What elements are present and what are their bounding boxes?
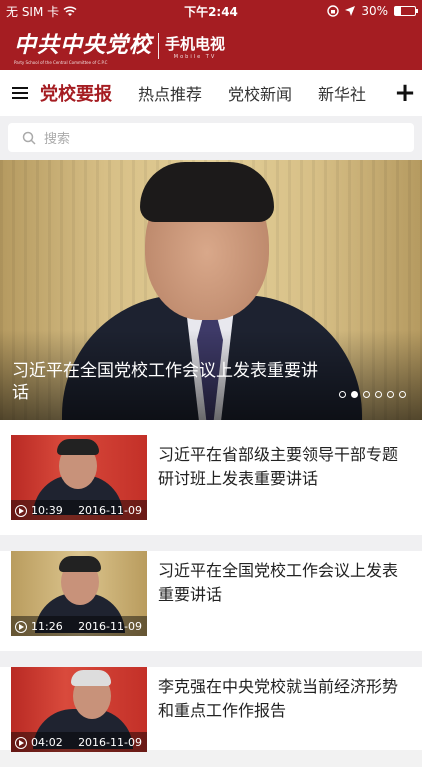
party-school-logo: 中共中央党校 Party School of the Central Commi… [14,32,153,65]
video-duration: 11:26 [31,619,63,633]
battery-icon [394,6,418,16]
list-divider [0,651,422,667]
hero-banner[interactable]: 习近平在全国党校工作会议上发表重要讲话 [0,160,422,420]
hero-title: 习近平在全国党校工作会议上发表重要讲话 [12,361,318,403]
carousel-dot [363,391,370,398]
video-title: 习近平在全国党校工作会议上发表重要讲话 [158,561,399,604]
add-channel-button[interactable]: + [388,70,422,116]
carousel-dot-active [351,391,358,398]
video-list: 10:39 2016-11-09 习近平在省部级主要领导干部专题研讨班上发表重要… [0,420,422,752]
tab-dangxiao-yaobao[interactable]: 党校要报 [40,80,112,106]
logo-divider [158,33,160,59]
play-icon [15,620,27,633]
search-area: 搜索 [0,116,422,160]
video-title: 李克强在中央党校就当前经济形势和重点工作作报告 [158,677,399,720]
video-date: 2016-11-09 [78,735,142,749]
carousel-dot [399,391,406,398]
tab-dangxiao-xinwen[interactable]: 党校新闻 [228,81,292,105]
app-header: 中共中央党校 Party School of the Central Commi… [0,22,422,70]
tab-redian-tuijian[interactable]: 热点推荐 [138,81,202,105]
list-divider [0,535,422,551]
play-icon [15,504,27,517]
video-item[interactable]: 11:26 2016-11-09 习近平在全国党校工作会议上发表重要讲话 [0,551,422,651]
carousel-dot [339,391,346,398]
carousel-indicator [339,391,406,398]
carousel-dot [375,391,382,398]
mobile-tv-logo: 手机电视 Mobile TV [165,34,226,60]
menu-icon[interactable] [0,70,40,116]
video-thumbnail: 11:26 2016-11-09 [11,551,147,636]
search-input[interactable]: 搜索 [8,123,414,152]
video-duration: 10:39 [31,503,63,517]
video-date: 2016-11-09 [78,503,142,517]
video-title: 习近平在省部级主要领导干部专题研讨班上发表重要讲话 [158,445,399,488]
status-bar: 无 SIM 卡 下午2:44 30% [0,0,422,22]
video-item[interactable]: 10:39 2016-11-09 习近平在省部级主要领导干部专题研讨班上发表重要… [0,435,422,535]
carousel-dot [387,391,394,398]
video-thumbnail: 10:39 2016-11-09 [11,435,147,520]
video-date: 2016-11-09 [78,619,142,633]
status-time: 下午2:44 [184,4,238,19]
play-icon [15,736,27,749]
video-item[interactable]: 04:02 2016-11-09 李克强在中央党校就当前经济形势和重点工作作报告 [0,667,422,767]
video-duration: 04:02 [31,735,63,749]
search-placeholder: 搜索 [44,132,71,147]
tab-xinhuashe[interactable]: 新华社 [318,81,366,105]
search-icon [22,131,36,145]
tab-bar: 党校要报 热点推荐 党校新闻 新华社 + [0,70,422,116]
video-thumbnail: 04:02 2016-11-09 [11,667,147,752]
